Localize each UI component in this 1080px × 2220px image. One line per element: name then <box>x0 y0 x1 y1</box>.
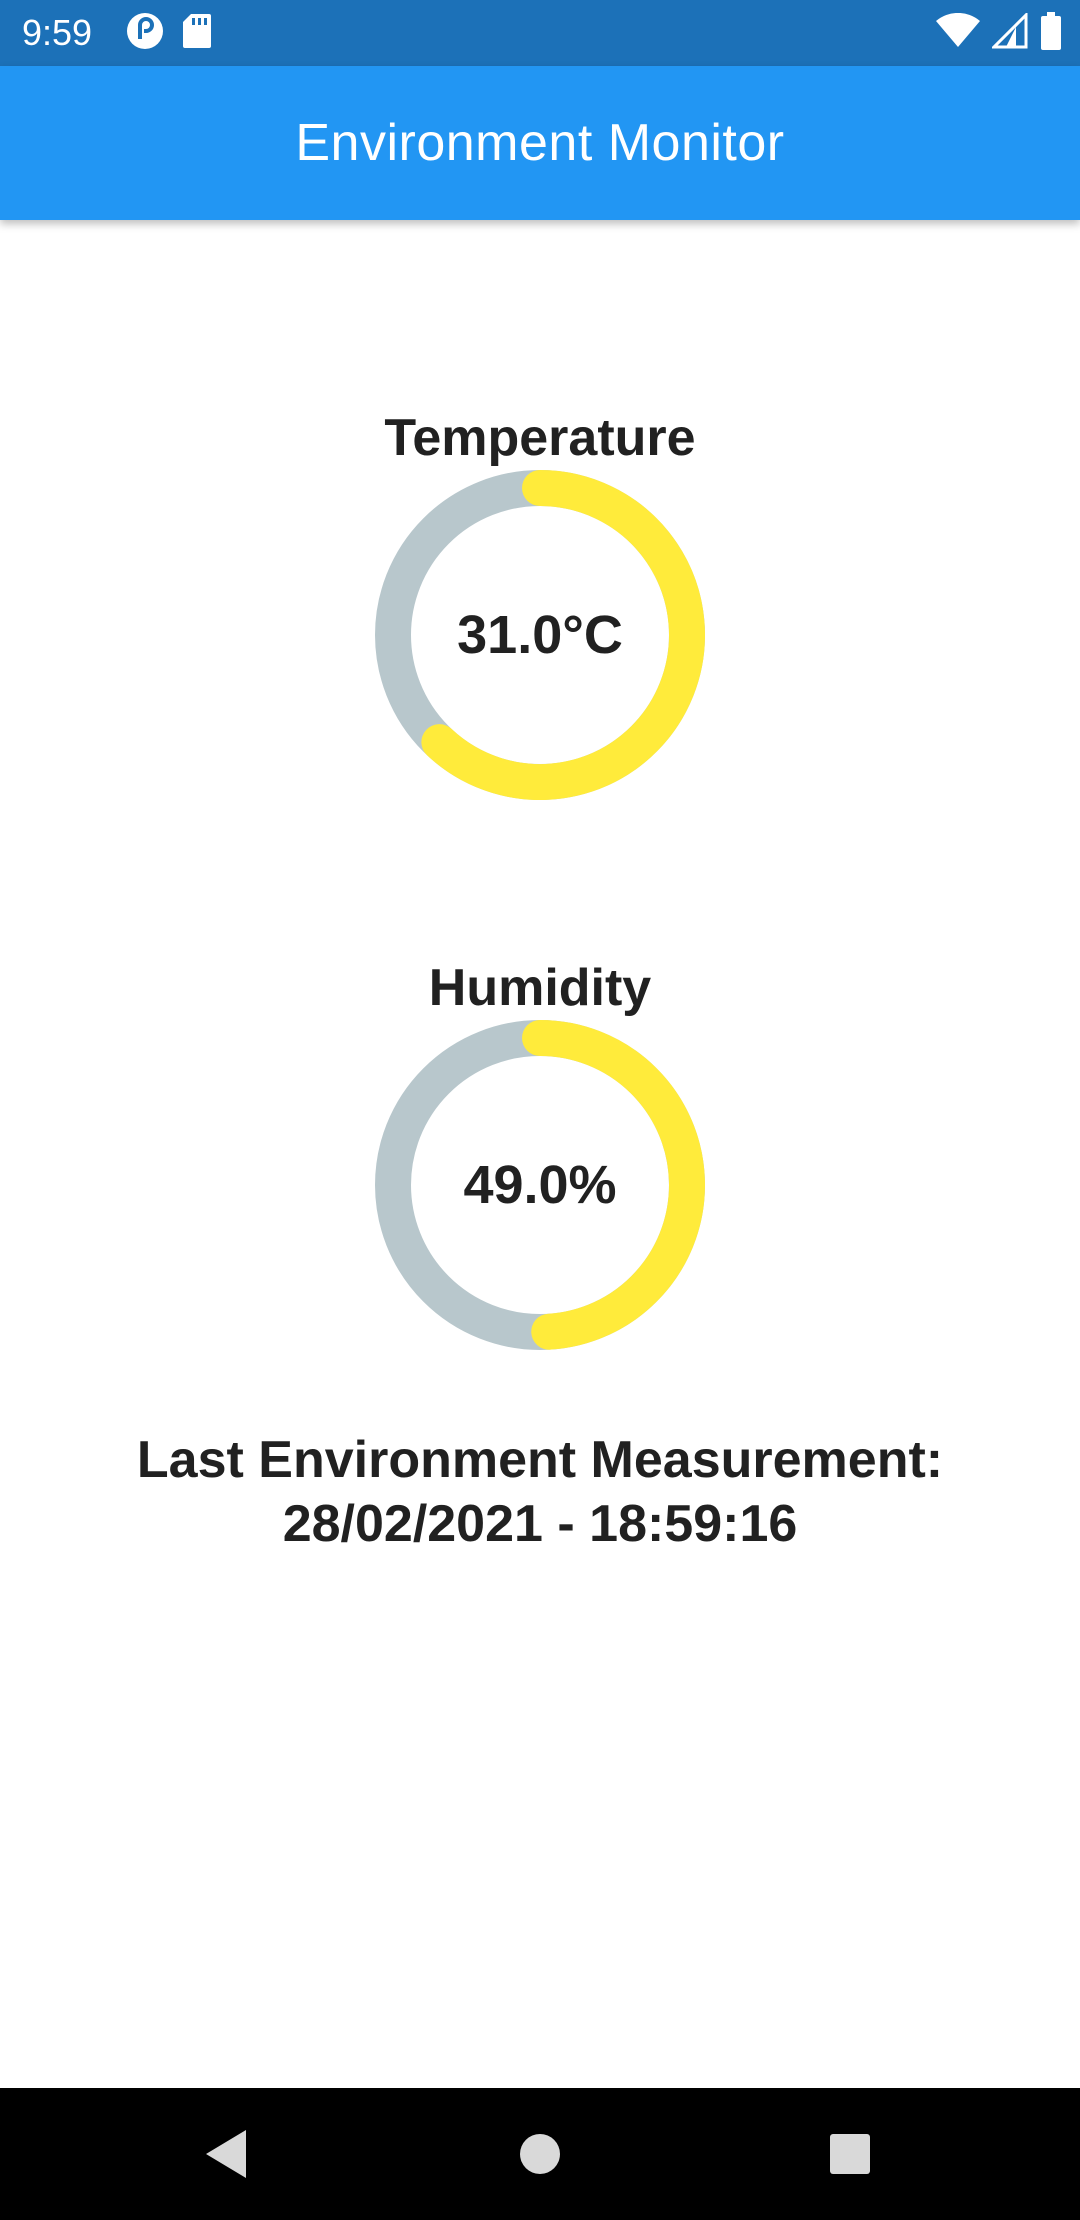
home-button[interactable] <box>504 2118 576 2190</box>
app-title: Environment Monitor <box>295 114 785 172</box>
recents-button[interactable] <box>814 2118 886 2190</box>
last-measurement: Last Environment Measurement: 28/02/2021… <box>0 1428 1080 1556</box>
temperature-value: 31.0°C <box>457 605 623 665</box>
app-bar: Environment Monitor <box>0 66 1080 220</box>
screen: 9:59 Environment Monitor Temperature 31.… <box>0 0 1080 2220</box>
battery-icon <box>1040 11 1062 55</box>
recents-icon <box>830 2134 870 2174</box>
status-bar: 9:59 <box>0 0 1080 66</box>
status-left-icons <box>126 12 212 55</box>
sd-card-icon <box>182 12 212 55</box>
temperature-gauge: 31.0°C <box>375 470 705 800</box>
last-measurement-label: Last Environment Measurement: <box>136 1431 944 1489</box>
humidity-label: Humidity <box>428 959 652 1017</box>
navigation-bar <box>0 2088 1080 2220</box>
home-icon <box>520 2134 560 2174</box>
humidity-value: 49.0% <box>463 1155 617 1215</box>
back-icon <box>206 2130 246 2178</box>
humidity-gauge: 49.0% <box>375 1020 705 1350</box>
temperature-label: Temperature <box>384 409 696 467</box>
back-button[interactable] <box>190 2118 262 2190</box>
last-measurement-timestamp: 28/02/2021 - 18:59:16 <box>282 1495 798 1553</box>
wifi-icon <box>936 12 980 54</box>
status-time: 9:59 <box>22 12 93 53</box>
signal-icon <box>990 10 1028 54</box>
status-right-icons <box>936 10 1062 55</box>
pocket-casts-icon <box>126 12 164 55</box>
